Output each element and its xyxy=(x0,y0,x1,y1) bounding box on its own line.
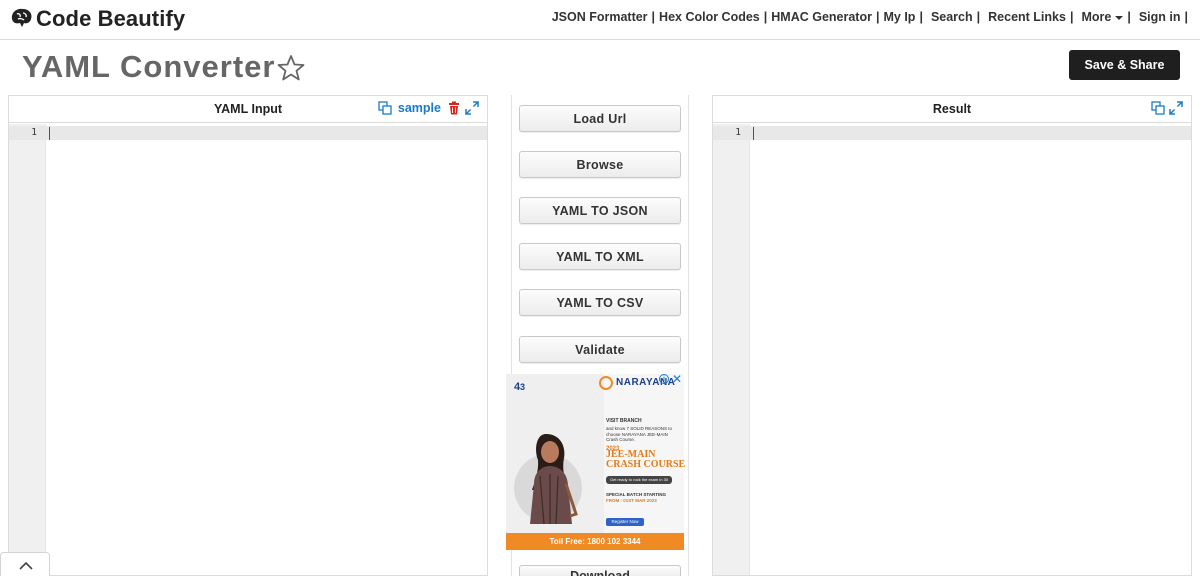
ad-visit-branch: VISIT BRANCH xyxy=(606,418,642,424)
page-title: YAML Converter xyxy=(22,49,276,84)
ad-toll-free-bar: Toll Free: 1800 102 3344 xyxy=(506,533,684,550)
text-cursor xyxy=(753,127,754,140)
ad-info-icon[interactable]: i xyxy=(659,374,669,384)
ad-reason-text: and know 7 SOLID REASONS to choose NARAY… xyxy=(606,426,673,442)
yaml-input-panel: YAML Input sample 1 xyxy=(8,95,488,576)
yaml-input-tools: sample xyxy=(378,101,479,115)
yaml-input-editor[interactable]: 1 xyxy=(9,124,487,575)
ad-close-icon[interactable]: ✕ xyxy=(672,372,682,386)
active-line xyxy=(713,126,1191,140)
brain-logo-icon xyxy=(8,5,36,33)
expand-icon[interactable] xyxy=(1169,101,1183,115)
site-logo[interactable]: Code Beautify xyxy=(8,3,185,35)
active-line xyxy=(9,126,487,140)
save-share-button[interactable]: Save & Share xyxy=(1069,50,1180,80)
trash-icon[interactable] xyxy=(447,101,461,115)
text-cursor xyxy=(49,127,50,140)
yaml-to-csv-button[interactable]: YAML TO CSV xyxy=(519,289,681,316)
nav-json-formatter[interactable]: JSON Formatter xyxy=(552,10,648,24)
top-nav-links: JSON Formatter | Hex Color Codes | HMAC Ge… xyxy=(551,10,1188,24)
line-gutter xyxy=(713,124,750,575)
top-navigation-bar: Code Beautify JSON Formatter | Hex Color … xyxy=(0,0,1200,40)
line-number: 1 xyxy=(31,127,37,138)
svg-text:3: 3 xyxy=(520,382,525,392)
line-gutter xyxy=(9,124,46,575)
result-tools xyxy=(1151,101,1183,115)
ad-batch-text: SPECIAL BATCH STARTING xyxy=(606,492,667,497)
nav-my-ip[interactable]: My Ip xyxy=(883,10,915,24)
logo-text: Code Beautify xyxy=(36,6,186,31)
browse-button[interactable]: Browse xyxy=(519,151,681,178)
nav-hmac-generator[interactable]: HMAC Generator xyxy=(771,10,872,24)
nav-more-dropdown[interactable]: More xyxy=(1081,10,1124,24)
copy-icon[interactable] xyxy=(1151,101,1165,115)
title-row: YAML Converter Save & Share xyxy=(0,41,1200,91)
result-header: Result xyxy=(713,96,1191,123)
ad-tagline: Get ready to rock the exam in 30 days xyxy=(606,476,672,490)
ad-batch-date: FROM : 01ST MAR 2023 xyxy=(606,498,657,503)
scroll-to-top-button[interactable] xyxy=(0,552,50,576)
caret-down-icon xyxy=(1115,15,1124,20)
nav-hex-color-codes[interactable]: Hex Color Codes xyxy=(659,10,760,24)
yaml-to-json-button[interactable]: YAML TO JSON xyxy=(519,197,681,224)
result-title: Result xyxy=(932,102,972,116)
favorite-star-icon[interactable] xyxy=(276,53,306,83)
validate-button[interactable]: Validate xyxy=(519,336,681,363)
ad-headline: JEE-MAIN CRASH COURSE xyxy=(606,449,686,470)
result-editor[interactable]: 1 xyxy=(713,124,1191,575)
nav-search[interactable]: Search xyxy=(931,10,973,24)
copy-icon[interactable] xyxy=(378,101,392,115)
load-url-button[interactable]: Load Url xyxy=(519,105,681,132)
chevron-up-icon xyxy=(19,561,33,570)
nav-more-label: More xyxy=(1081,10,1112,24)
sample-link[interactable]: sample xyxy=(398,101,441,115)
line-number: 1 xyxy=(735,127,741,138)
expand-icon[interactable] xyxy=(465,101,479,115)
yaml-input-header: YAML Input sample xyxy=(9,96,487,123)
download-button[interactable]: Download xyxy=(519,565,681,576)
nav-recent-links[interactable]: Recent Links xyxy=(988,10,1066,24)
yaml-to-xml-button[interactable]: YAML TO XML xyxy=(519,243,681,270)
ad-register-button[interactable]: Register Now xyxy=(606,518,644,526)
nav-sign-in[interactable]: Sign in xyxy=(1139,10,1181,24)
result-panel: Result 1 xyxy=(712,95,1192,576)
